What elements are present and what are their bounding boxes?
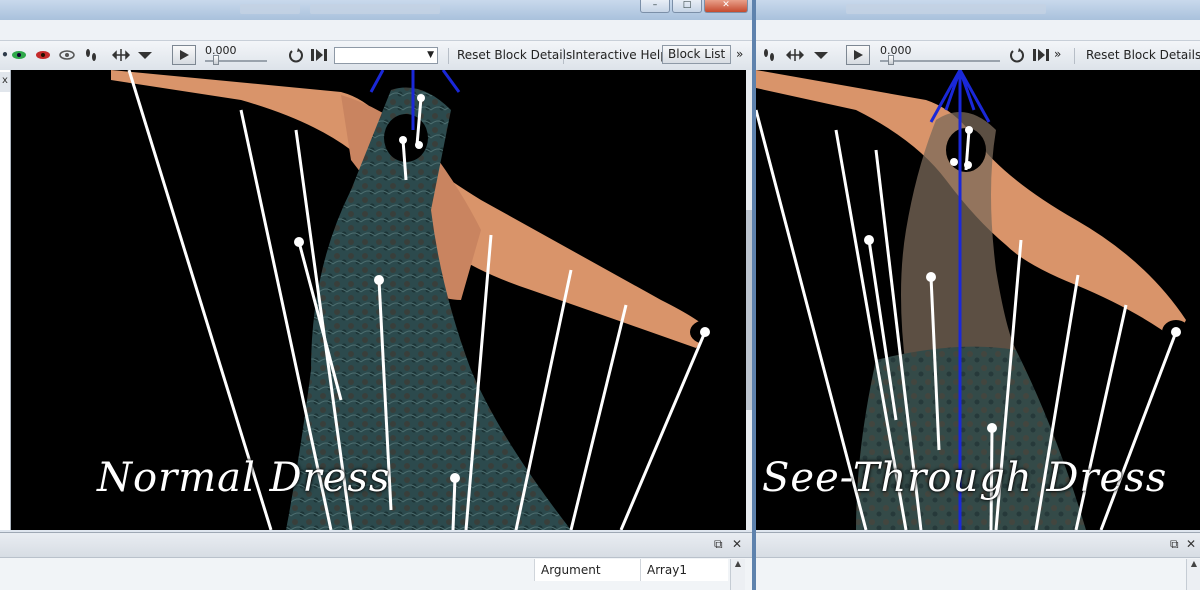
menu-strip — [0, 20, 752, 41]
right-titlebar — [756, 0, 1200, 20]
step-icon[interactable] — [1032, 46, 1050, 64]
side-panel-close[interactable]: x — [0, 72, 10, 92]
time-slider-thumb[interactable] — [213, 55, 219, 65]
restore-button[interactable]: ⧉ — [1170, 537, 1179, 552]
maximize-button[interactable]: □ — [672, 0, 702, 13]
normal-dress-caption: Normal Dress — [97, 455, 391, 501]
footprints-icon[interactable] — [82, 46, 100, 64]
minimize-button[interactable]: – — [640, 0, 670, 13]
toolbar-overflow-button[interactable]: » — [736, 47, 743, 61]
block-list-button[interactable]: Block List — [662, 45, 732, 64]
play-button[interactable] — [846, 45, 870, 65]
toolbar-overflow-button[interactable]: » — [1054, 47, 1061, 61]
left-toolbar: • 0.000 ▼ Reset Block Details Interactiv… — [0, 20, 752, 71]
side-panel: x — [0, 70, 11, 530]
bottom-panel-header: ⧉ ✕ — [756, 533, 1200, 558]
play-icon — [854, 50, 863, 60]
left-3d-viewport[interactable]: Normal Dress — [11, 70, 746, 530]
reset-block-details-button[interactable]: Reset Block Details — [457, 48, 572, 62]
left-titlebar: – □ ✕ — [0, 0, 752, 20]
animation-select[interactable]: ▼ — [334, 47, 438, 64]
step-icon[interactable] — [310, 46, 328, 64]
left-window: – □ ✕ • 0.000 ▼ Reset Block Details Inte… — [0, 0, 752, 590]
toolbar-separator — [448, 48, 449, 64]
eye-red-icon[interactable] — [34, 46, 52, 64]
eye-grey-icon[interactable] — [58, 46, 76, 64]
panel-scrollbar[interactable]: ▲ — [1186, 559, 1200, 590]
panel-scrollbar[interactable]: ▲ — [730, 559, 745, 590]
time-slider-track[interactable] — [880, 60, 1000, 62]
right-window: 0.000 » Reset Block Details See-Through … — [756, 0, 1200, 590]
window-controls: – □ ✕ — [640, 0, 748, 13]
time-value: 0.000 — [880, 44, 912, 57]
eye-green-icon[interactable] — [10, 46, 28, 64]
toolbar-separator — [1074, 48, 1075, 64]
loop-icon[interactable] — [1008, 46, 1026, 64]
move-icon[interactable] — [112, 46, 130, 64]
right-bottom-panel: ⧉ ✕ ▲ — [756, 532, 1200, 590]
close-panel-button[interactable]: ✕ — [1186, 537, 1196, 551]
title-blur — [846, 4, 1046, 14]
title-blur — [240, 4, 300, 14]
right-toolbar: 0.000 » Reset Block Details — [756, 20, 1200, 71]
reset-block-details-button[interactable]: Reset Block Details — [1086, 48, 1200, 62]
see-through-dress-caption: See-Through Dress — [762, 455, 1168, 501]
footprints-icon[interactable] — [760, 46, 778, 64]
column-header-array1[interactable]: Array1 — [640, 559, 728, 581]
interactive-help-button[interactable]: Interactive Help — [572, 48, 668, 62]
chevron-down-icon[interactable] — [136, 46, 154, 64]
column-header-argument[interactable]: Argument — [534, 559, 640, 581]
close-panel-button[interactable]: ✕ — [732, 537, 742, 551]
toolbar-separator — [563, 48, 564, 64]
right-3d-viewport[interactable]: See-Through Dress — [756, 70, 1200, 530]
loop-icon[interactable] — [287, 46, 305, 64]
bottom-panel-header: ⧉ ✕ — [0, 533, 752, 558]
left-bottom-panel: ⧉ ✕ Argument Array1 ▲ — [0, 532, 752, 590]
play-button[interactable] — [172, 45, 196, 65]
time-slider-thumb[interactable] — [888, 55, 894, 65]
chevron-down-icon: ▼ — [427, 50, 434, 60]
move-icon[interactable] — [786, 46, 804, 64]
menu-strip — [756, 20, 1200, 41]
close-button[interactable]: ✕ — [704, 0, 748, 13]
play-icon — [180, 50, 189, 60]
title-blur — [310, 4, 440, 14]
chevron-down-icon[interactable] — [812, 46, 830, 64]
time-value: 0.000 — [205, 44, 237, 57]
restore-button[interactable]: ⧉ — [714, 537, 723, 552]
